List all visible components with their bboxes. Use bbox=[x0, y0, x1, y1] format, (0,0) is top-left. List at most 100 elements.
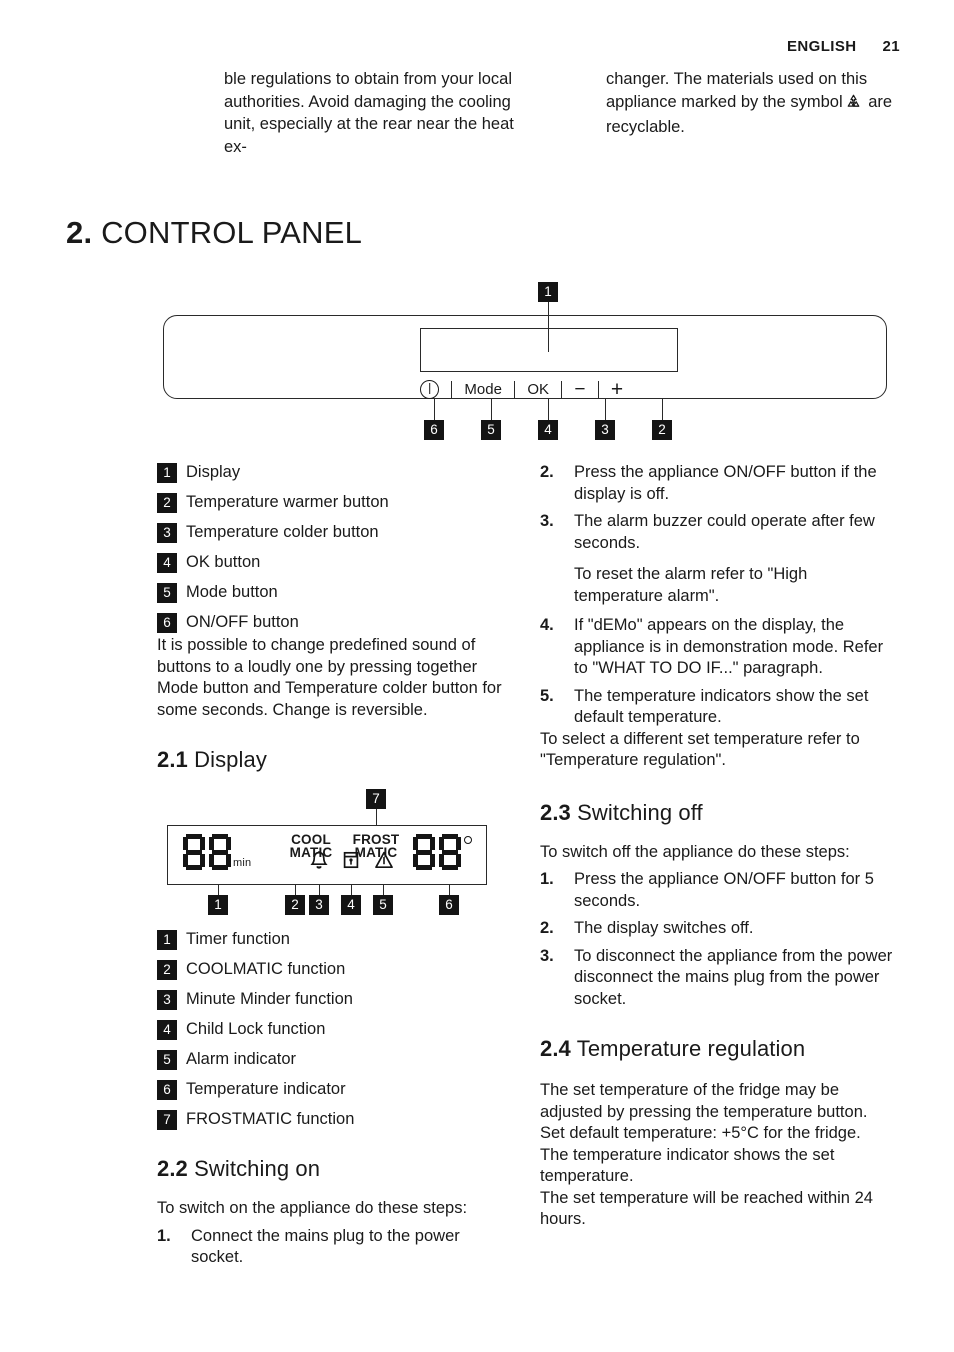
list-item: 3 Minute Minder function bbox=[157, 989, 507, 1010]
figure-badge-frostmatic: 7 bbox=[366, 789, 386, 809]
temperature-paragraph-4: The set temperature will be reached with… bbox=[540, 1188, 873, 1229]
section-heading-switching-off: 2.3 Switching off bbox=[540, 800, 898, 826]
step-number: 1. bbox=[540, 870, 554, 888]
figure-badge-minute-minder: 3 bbox=[309, 895, 329, 915]
recycle-icon bbox=[845, 93, 862, 117]
key-badge: 5 bbox=[157, 1050, 177, 1070]
step-text: If "dEMo" appears on the display, the ap… bbox=[574, 616, 884, 677]
section-heading-switching-on: 2.2 Switching on bbox=[157, 1156, 507, 1182]
list-item: 3. The alarm buzzer could operate after … bbox=[540, 511, 898, 554]
temperature-warmer-button[interactable]: + bbox=[611, 379, 623, 400]
control-panel-display-area bbox=[420, 328, 678, 372]
leader-line-3 bbox=[318, 885, 320, 895]
step-text: The display switches off. bbox=[574, 919, 754, 937]
child-lock-icon bbox=[341, 849, 361, 876]
leader-line-7 bbox=[375, 809, 377, 826]
intro-right-column: changer. The materials used on this appl… bbox=[606, 68, 896, 158]
step-text: Press the appliance ON/OFF button if the… bbox=[574, 463, 877, 503]
temperature-colder-button[interactable]: − bbox=[574, 380, 585, 399]
list-item: 4. If "dEMo" appears on the display, the… bbox=[540, 615, 898, 680]
intro-left-column: ble regulations to obtain from your loca… bbox=[224, 68, 514, 158]
intro-right-before: changer. The materials used on this appl… bbox=[606, 70, 868, 111]
section-title: Switching on bbox=[194, 1156, 321, 1181]
key-badge: 4 bbox=[157, 553, 177, 573]
list-item: 3 Temperature colder button bbox=[157, 522, 507, 543]
list-item: 2 Temperature warmer button bbox=[157, 492, 507, 513]
key-label: ON/OFF button bbox=[186, 613, 299, 631]
temperature-digits bbox=[413, 834, 472, 870]
leader-line-2 bbox=[661, 398, 663, 420]
leader-line-5 bbox=[382, 885, 384, 895]
list-item: 6 ON/OFF button bbox=[157, 612, 507, 633]
panel-note-paragraph: It is possible to change predefined soun… bbox=[157, 636, 502, 719]
leader-line-1 bbox=[217, 885, 219, 895]
step-number: 3. bbox=[540, 946, 554, 965]
section-number: 2.1 bbox=[157, 747, 188, 772]
list-item: 2. Press the appliance ON/OFF button if … bbox=[540, 462, 898, 505]
key-badge: 4 bbox=[157, 1020, 177, 1040]
seven-segment-digit bbox=[209, 834, 231, 870]
section-title: Temperature regulation bbox=[576, 1036, 806, 1061]
step-number: 3. bbox=[540, 512, 554, 530]
section-heading-display: 2.1 Display bbox=[157, 747, 507, 773]
list-item: 4 OK button bbox=[157, 552, 507, 573]
degree-icon bbox=[464, 836, 472, 844]
figure-badge-temperature: 6 bbox=[439, 895, 459, 915]
list-item: 3. To disconnect the appliance from the … bbox=[540, 946, 898, 1011]
switching-off-intro: To switch off the appliance do these ste… bbox=[540, 842, 850, 861]
leader-line-3 bbox=[604, 398, 606, 420]
step-number: 2. bbox=[540, 463, 554, 481]
display-key-list: 1 Timer function 2 COOLMATIC function 3 … bbox=[157, 929, 507, 1130]
intro-right-text: changer. The materials used on this appl… bbox=[606, 68, 896, 139]
key-label: COOLMATIC function bbox=[186, 960, 346, 978]
list-item: 1. Connect the mains plug to the power s… bbox=[157, 1226, 507, 1269]
leader-line-4 bbox=[547, 398, 549, 420]
leader-line-6 bbox=[433, 398, 435, 420]
seven-segment-digit bbox=[413, 834, 435, 870]
section-title: Display bbox=[194, 747, 267, 772]
list-item: 2. The display switches off. bbox=[540, 918, 898, 940]
leader-line-6 bbox=[448, 885, 450, 895]
key-label: OK button bbox=[186, 553, 261, 571]
list-item: 6 Temperature indicator bbox=[157, 1079, 507, 1100]
step-number: 1. bbox=[157, 1226, 171, 1245]
temperature-paragraph-2: Set default temperature: +5°C for the fr… bbox=[540, 1124, 861, 1142]
figure-badge-warmer: 2 bbox=[652, 420, 672, 440]
bell-icon bbox=[309, 849, 329, 876]
key-label: Display bbox=[186, 463, 241, 481]
step-text: The alarm buzzer could operate after few… bbox=[574, 512, 875, 552]
step-number: 4. bbox=[540, 616, 554, 634]
switching-on-continued-steps: 2. Press the appliance ON/OFF button if … bbox=[540, 462, 898, 554]
button-separator bbox=[597, 380, 599, 398]
key-badge: 1 bbox=[157, 463, 177, 483]
figure-badge-child-lock: 4 bbox=[341, 895, 361, 915]
list-item: 5 Alarm indicator bbox=[157, 1049, 507, 1070]
ok-button[interactable]: OK bbox=[527, 381, 549, 398]
list-item: 2 COOLMATIC function bbox=[157, 959, 507, 980]
timer-digits: min bbox=[183, 834, 251, 870]
list-item: 5. The temperature indicators show the s… bbox=[540, 686, 898, 729]
minutes-unit-label: min bbox=[233, 857, 252, 869]
power-button[interactable] bbox=[420, 379, 439, 399]
mode-button[interactable]: Mode bbox=[464, 381, 502, 398]
step-number: 5. bbox=[540, 686, 554, 705]
left-column: 1 Display 2 Temperature warmer button 3 … bbox=[157, 462, 507, 1275]
intro-columns: ble regulations to obtain from your loca… bbox=[224, 68, 900, 158]
key-label: Minute Minder function bbox=[186, 990, 353, 1008]
control-panel-buttons: Mode OK − + bbox=[420, 376, 700, 402]
temperature-select-note: To select a different set temperature re… bbox=[540, 729, 860, 770]
key-badge: 2 bbox=[157, 960, 177, 980]
key-badge: 6 bbox=[157, 1080, 177, 1100]
key-badge: 6 bbox=[157, 613, 177, 633]
key-badge: 7 bbox=[157, 1110, 177, 1130]
section-heading-temperature-regulation: 2.4 Temperature regulation bbox=[540, 1036, 898, 1062]
control-panel-key-list: 1 Display 2 Temperature warmer button 3 … bbox=[157, 462, 507, 633]
key-badge: 1 bbox=[157, 930, 177, 950]
seven-segment-digit bbox=[439, 834, 461, 870]
key-label: Timer function bbox=[186, 930, 290, 948]
figure-badge-display: 1 bbox=[538, 282, 558, 302]
figure-badge-timer: 1 bbox=[208, 895, 228, 915]
display-figure: 7 min COOL MATIC FROST MATIC 1 2 3 4 5 6 bbox=[157, 789, 507, 919]
intro-left-text: ble regulations to obtain from your loca… bbox=[224, 70, 514, 156]
key-label: Temperature warmer button bbox=[186, 493, 389, 511]
